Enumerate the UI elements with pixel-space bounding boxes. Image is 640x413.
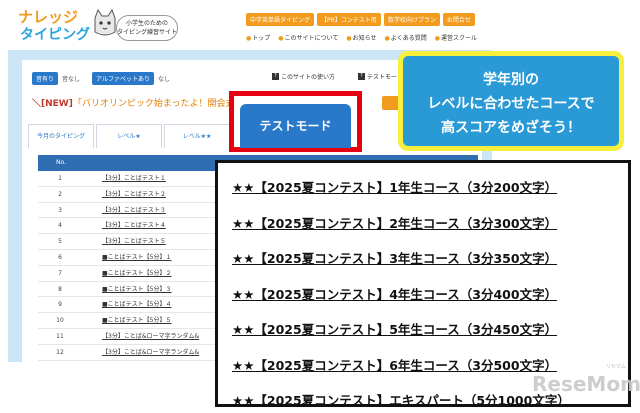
row-title-link[interactable]: ■ことばテスト【5分】１ xyxy=(102,250,172,266)
row-number: 2 xyxy=(58,190,62,198)
sound-off-toggle[interactable]: 音なし xyxy=(62,74,80,83)
filter-bar: 音有り 音なし アルファベットあり なし xyxy=(32,72,178,85)
row-title-link[interactable]: ■ことばテスト【5分】５ xyxy=(102,313,172,329)
row-title-link[interactable]: ■ことばテスト【5分】２ xyxy=(102,266,172,282)
row-title-link[interactable]: ■ことばテスト【5分】３ xyxy=(102,282,172,298)
row-title-link[interactable]: 【3分】ことばテスト５ xyxy=(102,234,166,250)
site-logo[interactable]: ナレッジ タイピング xyxy=(18,6,118,43)
top-link[interactable]: 【PR】コンテスト用 xyxy=(317,13,381,26)
question-icon: ? xyxy=(358,73,365,80)
site-header: ナレッジ タイピング 小学生のための タイピング練習サイト 中学英単語タイピング… xyxy=(8,0,492,48)
tab-monthly[interactable]: 今月のタイピング xyxy=(28,124,94,148)
test-mode-help-link[interactable]: ? テストモード xyxy=(358,72,403,81)
tab-level1[interactable]: レベル★ xyxy=(96,124,162,148)
alphabet-on-toggle[interactable]: アルファベットあり xyxy=(92,72,154,85)
sub-nav: トップ このサイトについて お知らせ よくある質問 運営スクール xyxy=(246,33,477,42)
news-tag: ＼[NEW] xyxy=(32,99,73,109)
resemom-logo: ReseMom xyxy=(532,372,640,396)
column-header-no: No. xyxy=(56,159,66,166)
row-number: 9 xyxy=(58,301,62,309)
row-number: 1 xyxy=(58,175,62,182)
row-number: 4 xyxy=(58,222,62,230)
row-number: 7 xyxy=(58,269,62,277)
row-title-link[interactable]: ■ことばテスト【5分】４ xyxy=(102,297,172,313)
contest-course-list: ★★【2025夏コンテスト】1年生コース（3分200文字） ★★【2025夏コンテ… xyxy=(215,160,631,409)
callout-bubble: 学年別の レベルに合わせたコースで 高スコアをめざそう！ xyxy=(398,51,624,151)
row-number: 11 xyxy=(56,332,64,340)
row-number: 5 xyxy=(58,238,62,246)
row-title-link[interactable]: 【3分】ことば&ローマ字ランダム& xyxy=(102,329,199,345)
nav-item-faq[interactable]: よくある質問 xyxy=(384,33,427,42)
row-title-link[interactable]: 【3分】ことばテスト４ xyxy=(102,218,166,234)
row-title-link[interactable]: 【3分】ことばテスト１ xyxy=(102,171,166,187)
row-title-link[interactable]: 【3分】ことばテスト３ xyxy=(102,203,166,219)
row-title-link[interactable]: 【3分】ことば&ローマ字ランダム& xyxy=(102,345,199,361)
resemom-logo-sub: リセマム xyxy=(606,364,627,370)
help-link[interactable]: ? このサイトの使い方 xyxy=(272,72,335,81)
course-link[interactable]: ★★【2025夏コンテスト】2年生コース（3分300文字） xyxy=(232,213,557,232)
course-link[interactable]: ★★【2025夏コンテスト】4年生コース（3分400文字） xyxy=(232,284,557,303)
nav-item-top[interactable]: トップ xyxy=(246,33,270,42)
course-link[interactable]: ★★【2025夏コンテスト】6年生コース（3分500文字） xyxy=(232,355,557,374)
nav-item-news[interactable]: お知らせ xyxy=(346,33,377,42)
course-link[interactable]: ★★【2025夏コンテスト】1年生コース（3分200文字） xyxy=(232,177,557,196)
course-link[interactable]: ★★【2025夏コンテスト】3年生コース（3分350文字） xyxy=(232,248,557,267)
logo-line2: タイピング xyxy=(20,27,90,43)
nav-item-school[interactable]: 運営スクール xyxy=(435,33,477,42)
question-icon: ? xyxy=(272,73,279,80)
site-tagline: 小学生のための タイピング練習サイト xyxy=(116,15,178,41)
help-label: このサイトの使い方 xyxy=(281,74,336,81)
course-link[interactable]: ★★【2025夏コンテスト】エキスパート（5分1000文字） xyxy=(232,390,570,409)
row-number: 10 xyxy=(56,317,64,325)
row-number: 6 xyxy=(58,253,62,261)
course-link[interactable]: ★★【2025夏コンテスト】5年生コース（3分450文字） xyxy=(232,319,557,338)
row-title-link[interactable]: 【3分】ことばテスト２ xyxy=(102,187,166,203)
alphabet-off-toggle[interactable]: なし xyxy=(158,74,170,83)
row-number: 8 xyxy=(58,285,62,293)
sound-on-toggle[interactable]: 音有り xyxy=(32,72,59,85)
top-link[interactable]: 数学校向けプラン xyxy=(383,13,440,26)
top-link[interactable]: 中学英単語タイピング xyxy=(246,13,315,26)
level-tabs: 今月のタイピング レベル★ レベル★★ xyxy=(28,124,232,148)
tab-level2[interactable]: レベル★★ xyxy=(164,124,230,148)
top-link[interactable]: お問合せ xyxy=(442,13,475,26)
news-banner[interactable]: ＼[NEW]「パリオリンピック始まったよ！開会式編」コ xyxy=(32,96,262,109)
nav-item-about[interactable]: このサイトについて xyxy=(278,33,339,42)
row-number: 3 xyxy=(58,206,62,214)
test-mode-tab[interactable]: テストモード xyxy=(240,104,351,148)
top-links: 中学英単語タイピング 【PR】コンテスト用 数学校向けプラン お問合せ xyxy=(246,13,475,26)
row-number: 12 xyxy=(56,348,64,356)
